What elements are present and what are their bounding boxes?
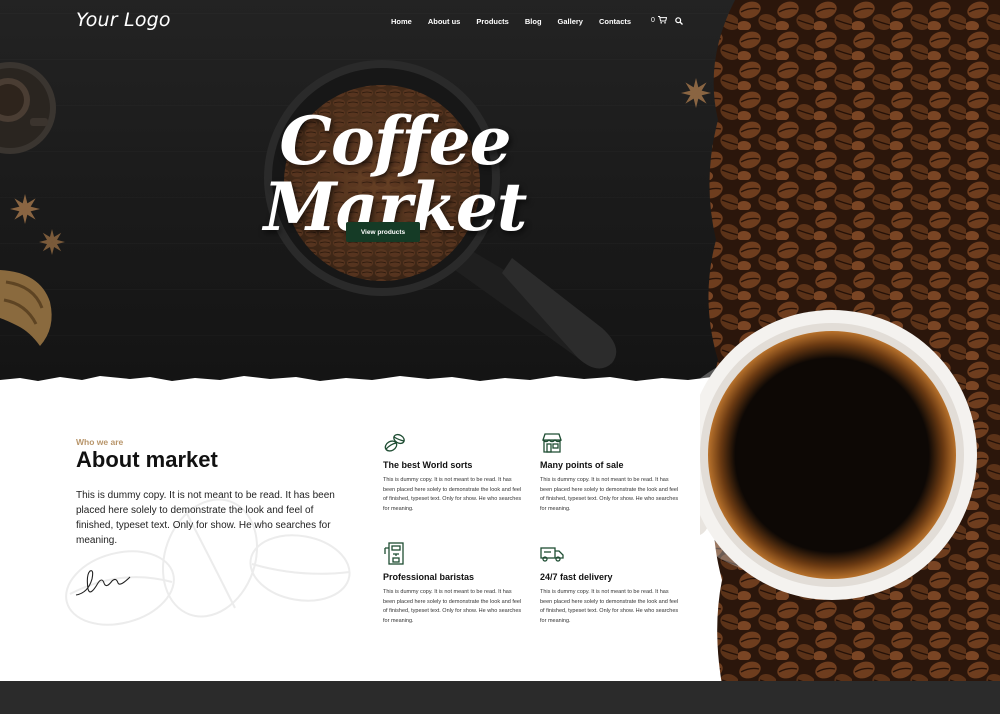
nav-contacts[interactable]: Contacts <box>599 17 631 26</box>
nav-gallery[interactable]: Gallery <box>558 17 583 26</box>
feature-item: The best World sorts This is dummy copy.… <box>383 432 523 514</box>
cart-button[interactable]: 0 <box>651 16 667 24</box>
star-anise-icon <box>10 194 40 224</box>
feature-item: Professional baristas This is dummy copy… <box>383 542 523 626</box>
delivery-truck-icon <box>540 547 564 562</box>
nav-home[interactable]: Home <box>391 17 412 26</box>
nav-blog[interactable]: Blog <box>525 17 542 26</box>
search-icon[interactable] <box>675 17 683 25</box>
main-nav: Home About us Products Blog Gallery Cont… <box>391 17 647 26</box>
about-eyebrow: Who we are <box>76 437 124 447</box>
about-title: About market <box>76 447 218 472</box>
nav-products[interactable]: Products <box>476 17 509 26</box>
feature-text: This is dummy copy. It is not meant to b… <box>540 477 679 512</box>
feature-item: Many points of sale This is dummy copy. … <box>540 432 680 514</box>
cart-icon <box>657 16 667 24</box>
cart-count: 0 <box>651 16 655 24</box>
footer-band <box>0 681 1000 714</box>
feature-title: The best World sorts <box>383 460 473 470</box>
view-products-button[interactable]: View products <box>346 222 420 242</box>
espresso-cup-image <box>0 62 56 154</box>
feature-title: Professional baristas <box>383 572 475 582</box>
coffee-beans-icon <box>384 433 405 452</box>
coffee-beans-and-cup-image <box>700 0 1000 714</box>
croissant-image <box>0 270 52 346</box>
feature-text: This is dummy copy. It is not meant to b… <box>540 589 679 624</box>
feature-text: This is dummy copy. It is not meant to b… <box>383 589 522 624</box>
nav-about-us[interactable]: About us <box>428 17 461 26</box>
about-text: This is dummy copy. It is not meant to b… <box>76 490 335 546</box>
shop-icon <box>542 433 562 453</box>
site-logo[interactable]: Your Logo <box>76 9 171 31</box>
coffee-machine-icon <box>384 542 404 565</box>
feature-text: This is dummy copy. It is not meant to b… <box>383 477 522 512</box>
star-anise-icon <box>39 229 65 255</box>
feature-title: Many points of sale <box>540 460 624 470</box>
signature-image <box>75 570 131 596</box>
feature-title: 24/7 fast delivery <box>540 572 613 582</box>
feature-item: 24/7 fast delivery This is dummy copy. I… <box>540 542 680 626</box>
hero-title: Coffee Market <box>263 102 528 246</box>
